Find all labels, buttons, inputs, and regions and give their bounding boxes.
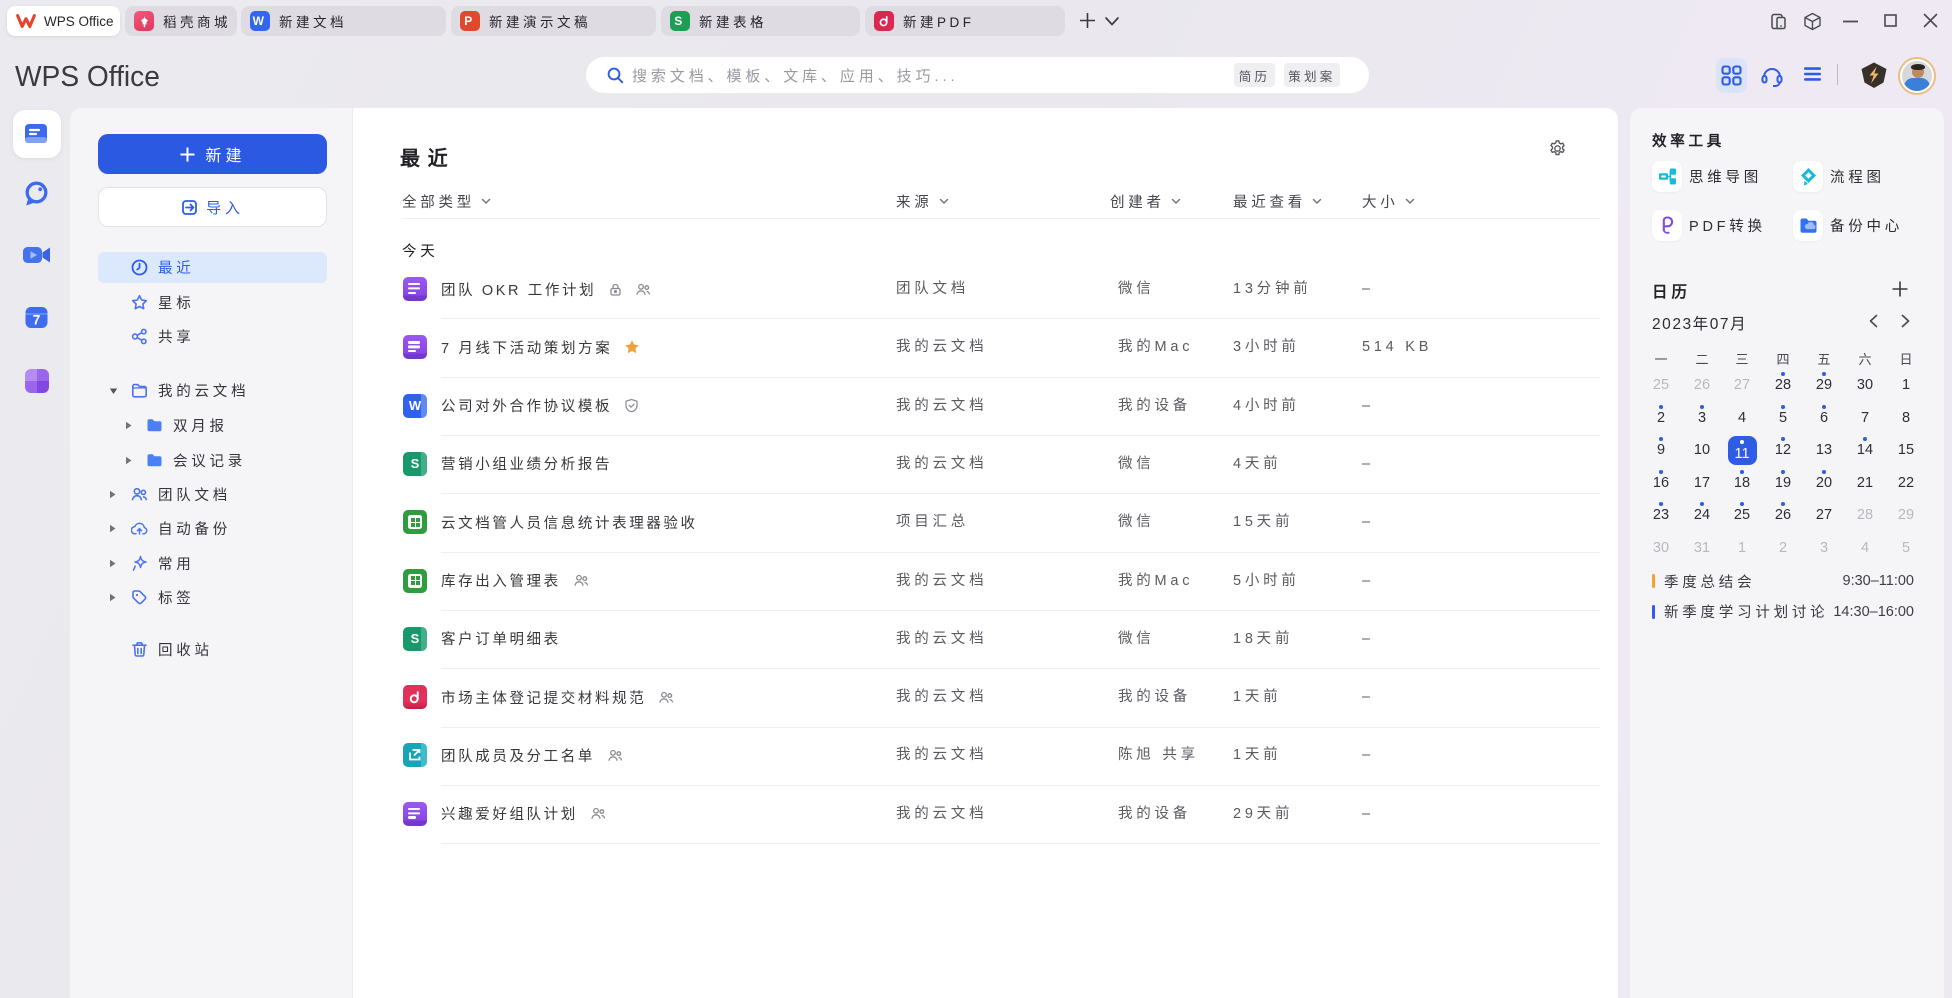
svg-text:7: 7 bbox=[33, 313, 41, 328]
